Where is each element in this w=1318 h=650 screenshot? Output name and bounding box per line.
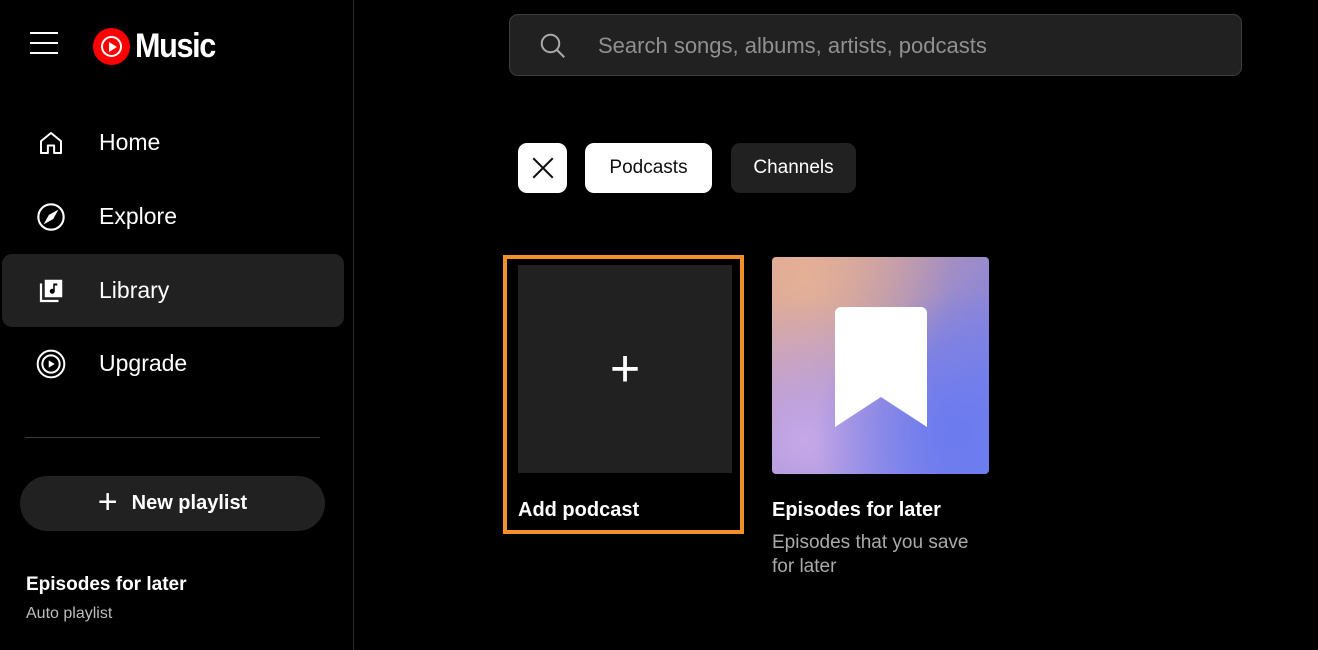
sidebar-item-library[interactable]: Library bbox=[2, 254, 344, 327]
add-podcast-label[interactable]: Add podcast bbox=[518, 499, 639, 522]
chip-channels[interactable]: Channels bbox=[731, 143, 856, 193]
sidebar-item-label: Home bbox=[99, 129, 161, 155]
search-input[interactable] bbox=[596, 15, 1220, 77]
playlist-title[interactable]: Episodes for later bbox=[26, 574, 187, 596]
home-icon bbox=[34, 126, 68, 160]
clear-filter-button[interactable] bbox=[518, 143, 567, 193]
chip-podcasts[interactable]: Podcasts bbox=[585, 143, 712, 193]
sidebar-item-home[interactable]: Home bbox=[2, 106, 344, 179]
plus-icon: + bbox=[609, 340, 641, 398]
sidebar: Music Home Explore Library Upgrade + New… bbox=[0, 0, 354, 650]
episodes-for-later-description: Episodes that you save for later bbox=[772, 532, 969, 577]
sidebar-item-label: Upgrade bbox=[99, 350, 188, 376]
search-bar[interactable] bbox=[509, 14, 1242, 77]
menu-icon[interactable] bbox=[30, 32, 58, 56]
new-playlist-button[interactable]: + New playlist bbox=[20, 476, 325, 531]
upgrade-icon bbox=[34, 347, 68, 381]
logo-play-icon bbox=[93, 28, 130, 65]
youtube-music-logo[interactable]: Music bbox=[93, 27, 224, 66]
add-podcast-card[interactable]: + bbox=[518, 265, 732, 473]
sidebar-item-label: Explore bbox=[99, 203, 177, 229]
bookmark-icon bbox=[835, 307, 927, 427]
sidebar-divider bbox=[25, 437, 320, 438]
library-icon bbox=[34, 274, 68, 308]
new-playlist-label: New playlist bbox=[131, 492, 248, 514]
logo-text: Music bbox=[135, 27, 216, 65]
search-icon bbox=[538, 31, 568, 61]
sidebar-item-explore[interactable]: Explore bbox=[2, 180, 344, 253]
episodes-for-later-thumbnail[interactable] bbox=[772, 257, 989, 474]
sidebar-item-label: Library bbox=[99, 277, 170, 303]
close-icon bbox=[532, 157, 553, 179]
sidebar-item-upgrade[interactable]: Upgrade bbox=[2, 327, 344, 400]
compass-icon bbox=[34, 200, 68, 234]
playlist-subtitle: Auto playlist bbox=[26, 605, 113, 622]
plus-icon: + bbox=[97, 482, 118, 521]
episodes-for-later-title[interactable]: Episodes for later bbox=[772, 499, 941, 522]
